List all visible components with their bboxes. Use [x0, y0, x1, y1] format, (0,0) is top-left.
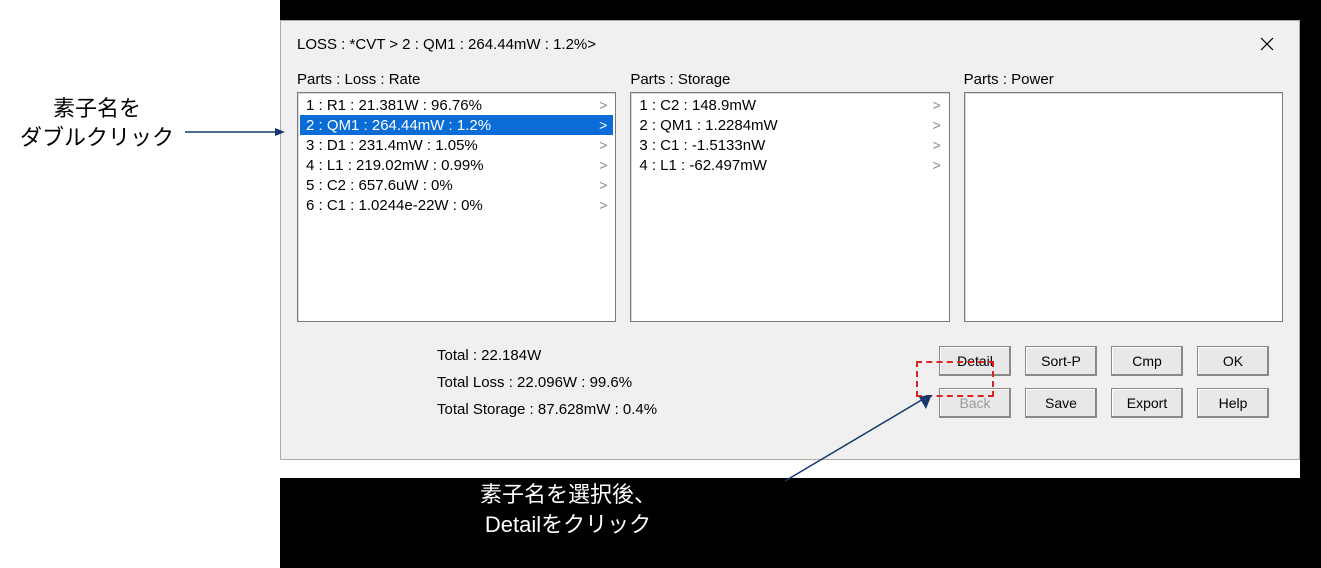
list-item[interactable]: 2 : QM1 : 264.44mW : 1.2% > — [300, 115, 613, 135]
close-icon — [1260, 37, 1274, 51]
annotation-text: 素子名を — [20, 95, 174, 124]
annotation-background — [0, 0, 280, 568]
loss-dialog: LOSS : *CVT > 2 : QM1 : 264.44mW : 1.2%>… — [280, 20, 1300, 460]
annotation-doubleclick: 素子名を ダブルクリック — [20, 95, 174, 152]
chevron-right-icon: > — [599, 137, 607, 153]
annotation-text: Detailをクリック — [480, 510, 656, 540]
titlebar: LOSS : *CVT > 2 : QM1 : 264.44mW : 1.2%> — [297, 31, 1283, 57]
chevron-right-icon: > — [599, 157, 607, 173]
list-item[interactable]: 5 : C2 : 657.6uW : 0% > — [300, 175, 613, 195]
cmp-button[interactable]: Cmp — [1111, 346, 1183, 376]
list-item-text: 6 : C1 : 1.0244e-22W : 0% — [306, 197, 483, 214]
total-value: Total : 22.184W — [437, 342, 657, 369]
loss-column-label: Parts : Loss : Rate — [297, 71, 616, 88]
save-button[interactable]: Save — [1025, 388, 1097, 418]
power-column: Parts : Power — [964, 71, 1283, 322]
power-listbox[interactable] — [964, 92, 1283, 322]
annotation-text: 素子名を選択後、 — [480, 480, 656, 510]
list-item[interactable]: 2 : QM1 : 1.2284mW > — [633, 115, 946, 135]
totals-block: Total : 22.184W Total Loss : 22.096W : 9… — [437, 342, 657, 423]
storage-listbox[interactable]: 1 : C2 : 148.9mW >2 : QM1 : 1.2284mW >3 : … — [630, 92, 949, 322]
annotation-text: ダブルクリック — [20, 124, 174, 153]
annotation-arrow-left — [185, 126, 285, 128]
columns-container: Parts : Loss : Rate 1 : R1 : 21.381W : 9… — [297, 71, 1283, 322]
list-item[interactable]: 1 : R1 : 21.381W : 96.76% > — [300, 95, 613, 115]
storage-column: Parts : Storage 1 : C2 : 148.9mW >2 : QM1… — [630, 71, 949, 322]
total-loss-value: Total Loss : 22.096W : 99.6% — [437, 369, 657, 396]
button-grid: Detail Sort-P Cmp OK Back Save Export He… — [939, 346, 1269, 418]
export-button[interactable]: Export — [1111, 388, 1183, 418]
total-storage-value: Total Storage : 87.628mW : 0.4% — [437, 396, 657, 423]
list-item-text: 1 : R1 : 21.381W : 96.76% — [306, 97, 482, 114]
annotation-arrow-detail — [750, 395, 950, 488]
loss-listbox[interactable]: 1 : R1 : 21.381W : 96.76% >2 : QM1 : 264.… — [297, 92, 616, 322]
chevron-right-icon: > — [599, 97, 607, 113]
list-item-text: 2 : QM1 : 1.2284mW — [639, 117, 777, 134]
dialog-title: LOSS : *CVT > 2 : QM1 : 264.44mW : 1.2%> — [297, 36, 596, 53]
help-button[interactable]: Help — [1197, 388, 1269, 418]
chevron-right-icon: > — [932, 117, 940, 133]
list-item-text: 4 : L1 : -62.497mW — [639, 157, 767, 174]
chevron-right-icon: > — [932, 97, 940, 113]
list-item-text: 2 : QM1 : 264.44mW : 1.2% — [306, 117, 491, 134]
list-item-text: 3 : D1 : 231.4mW : 1.05% — [306, 137, 478, 154]
detail-button[interactable]: Detail — [939, 346, 1011, 376]
list-item-text: 4 : L1 : 219.02mW : 0.99% — [306, 157, 484, 174]
list-item[interactable]: 4 : L1 : -62.497mW > — [633, 155, 946, 175]
chevron-right-icon: > — [932, 137, 940, 153]
power-column-label: Parts : Power — [964, 71, 1283, 88]
list-item[interactable]: 3 : C1 : -1.5133nW > — [633, 135, 946, 155]
list-item[interactable]: 3 : D1 : 231.4mW : 1.05% > — [300, 135, 613, 155]
sort-p-button[interactable]: Sort-P — [1025, 346, 1097, 376]
list-item[interactable]: 4 : L1 : 219.02mW : 0.99% > — [300, 155, 613, 175]
storage-column-label: Parts : Storage — [630, 71, 949, 88]
list-item-text: 5 : C2 : 657.6uW : 0% — [306, 177, 453, 194]
chevron-right-icon: > — [599, 177, 607, 193]
chevron-right-icon: > — [599, 197, 607, 213]
chevron-right-icon: > — [599, 117, 607, 133]
annotation-detail-click: 素子名を選択後、 Detailをクリック — [480, 480, 656, 539]
list-item[interactable]: 6 : C1 : 1.0244e-22W : 0% > — [300, 195, 613, 215]
close-button[interactable] — [1251, 31, 1283, 57]
ok-button[interactable]: OK — [1197, 346, 1269, 376]
chevron-right-icon: > — [932, 157, 940, 173]
list-item-text: 1 : C2 : 148.9mW — [639, 97, 756, 114]
list-item[interactable]: 1 : C2 : 148.9mW > — [633, 95, 946, 115]
list-item-text: 3 : C1 : -1.5133nW — [639, 137, 765, 154]
loss-column: Parts : Loss : Rate 1 : R1 : 21.381W : 9… — [297, 71, 616, 322]
